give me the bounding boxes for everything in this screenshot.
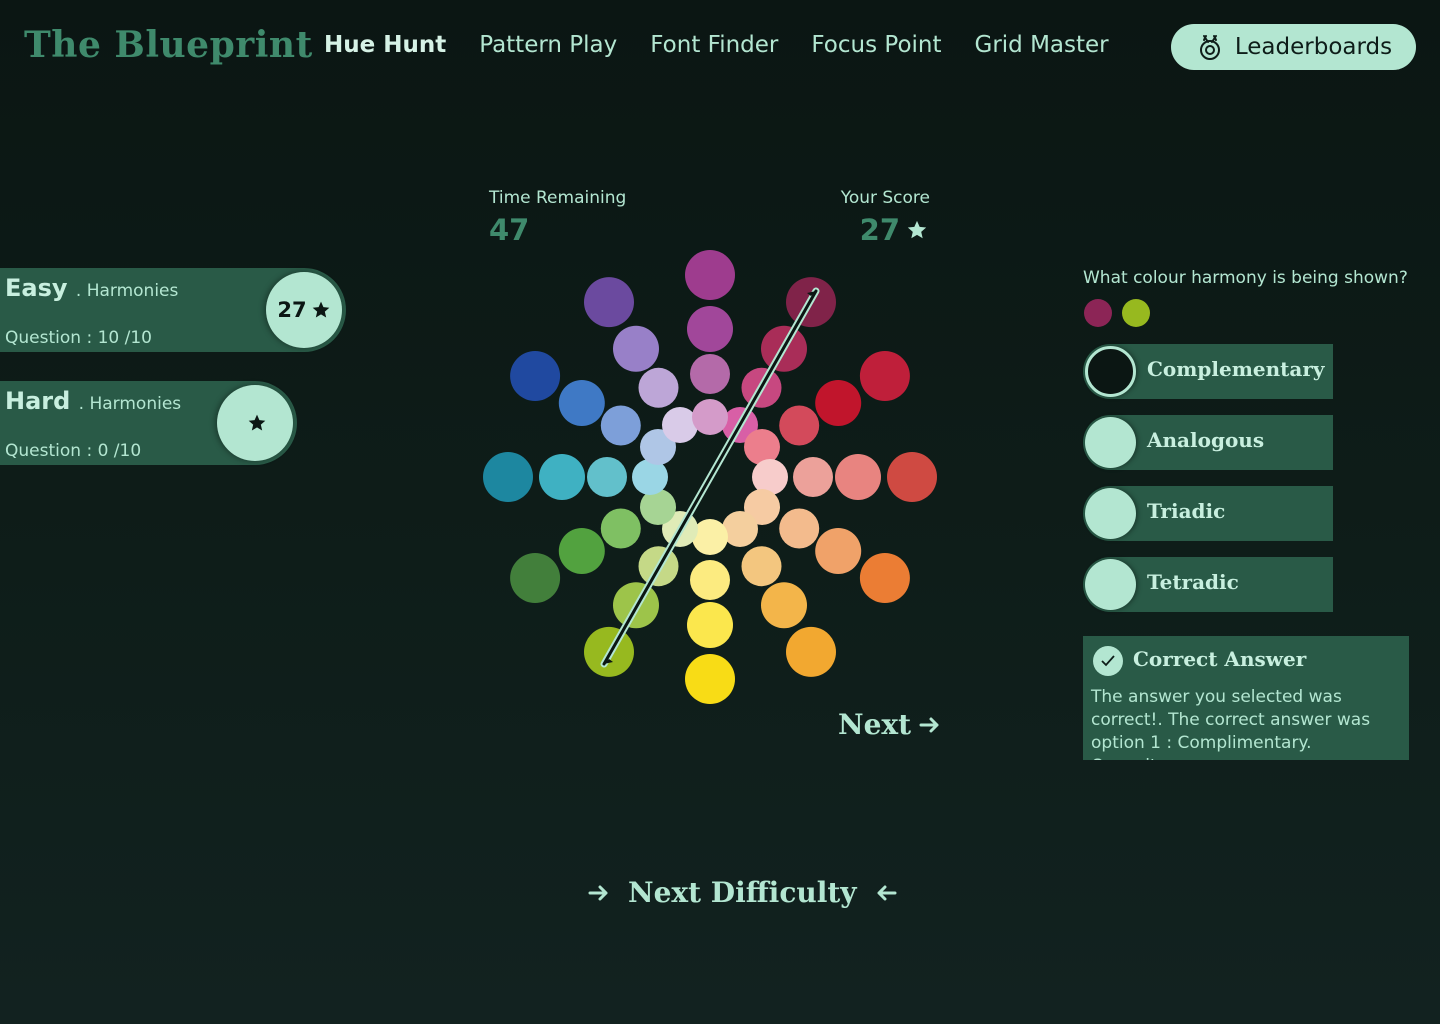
wheel-dot-violet-4[interactable] [692,399,728,435]
wheel-dot-red-orange-2[interactable] [835,454,881,500]
harmony-swatch-2 [1122,299,1150,327]
wheel-dot-green-2[interactable] [558,528,605,574]
checkmark-icon [1093,646,1123,676]
wheel-dot-blue-violet-2[interactable] [613,325,659,372]
option-triadic[interactable]: Triadic [1083,486,1333,541]
wheel-dot-orange-3[interactable] [779,508,820,549]
next-difficulty-label: Next Difficulty [628,876,857,909]
wheel-dot-red-3[interactable] [779,405,820,446]
option-radio[interactable] [1085,488,1136,539]
wheel-dot-blue-1[interactable] [510,351,561,401]
arrow-right-icon [919,717,939,732]
wheel-dot-blue-violet-3[interactable] [638,367,679,408]
wheel-dot-orange-2[interactable] [815,528,862,574]
wheel-dot-yellow-3[interactable] [690,560,730,600]
option-label: Analogous [1147,428,1265,452]
wheel-dot-blue-violet-1[interactable] [584,277,634,328]
option-radio[interactable] [1085,417,1136,468]
wheel-dot-violet-3[interactable] [690,354,730,394]
wheel-dot-blue-3[interactable] [600,405,641,446]
wheel-dot-red-orange-1[interactable] [887,452,937,502]
arrow-left-icon [877,885,897,900]
option-label: Complementary [1147,357,1325,381]
option-label: Tetradic [1147,570,1239,594]
wheel-dot-yellow-orange-3[interactable] [741,546,782,587]
wheel-dot-blue-green-1[interactable] [483,452,533,502]
option-analogous[interactable]: Analogous [1083,415,1333,470]
wheel-dot-blue-green-2[interactable] [539,454,585,500]
wheel-dot-yellow-1[interactable] [685,654,735,704]
option-label: Triadic [1147,499,1226,523]
wheel-dot-green-3[interactable] [600,508,641,549]
wheel-dot-blue-2[interactable] [558,380,605,426]
question-prompt: What colour harmony is being shown? [1083,268,1408,288]
wheel-dot-yellow-orange-1[interactable] [786,626,836,677]
option-radio[interactable] [1085,346,1136,397]
harmony-swatch-1 [1084,299,1112,327]
next-label: Next [838,708,912,741]
wheel-dot-blue-green-3[interactable] [587,457,627,497]
next-difficulty-button[interactable]: Next Difficulty [588,876,897,909]
option-radio[interactable] [1085,559,1136,610]
arrow-right-icon [588,885,608,900]
wheel-dot-red-2[interactable] [815,380,862,426]
feedback-body: The answer you selected was correct!. Th… [1091,687,1371,760]
option-complementary[interactable]: Complementary [1083,344,1333,399]
wheel-dot-green-1[interactable] [510,553,561,603]
wheel-dot-red-orange-3[interactable] [793,457,833,497]
wheel-dot-yellow-orange-2[interactable] [761,582,807,629]
wheel-dot-violet-1[interactable] [685,250,735,300]
wheel-dot-violet-2[interactable] [687,306,733,352]
wheel-dot-red-1[interactable] [859,351,910,401]
next-button[interactable]: Next [838,708,941,741]
feedback-panel: Correct Answer The answer you selected w… [1083,636,1409,760]
wheel-dot-orange-1[interactable] [859,553,910,603]
option-tetradic[interactable]: Tetradic [1083,557,1333,612]
feedback-title: Correct Answer [1133,647,1307,671]
wheel-dot-yellow-2[interactable] [687,602,733,648]
